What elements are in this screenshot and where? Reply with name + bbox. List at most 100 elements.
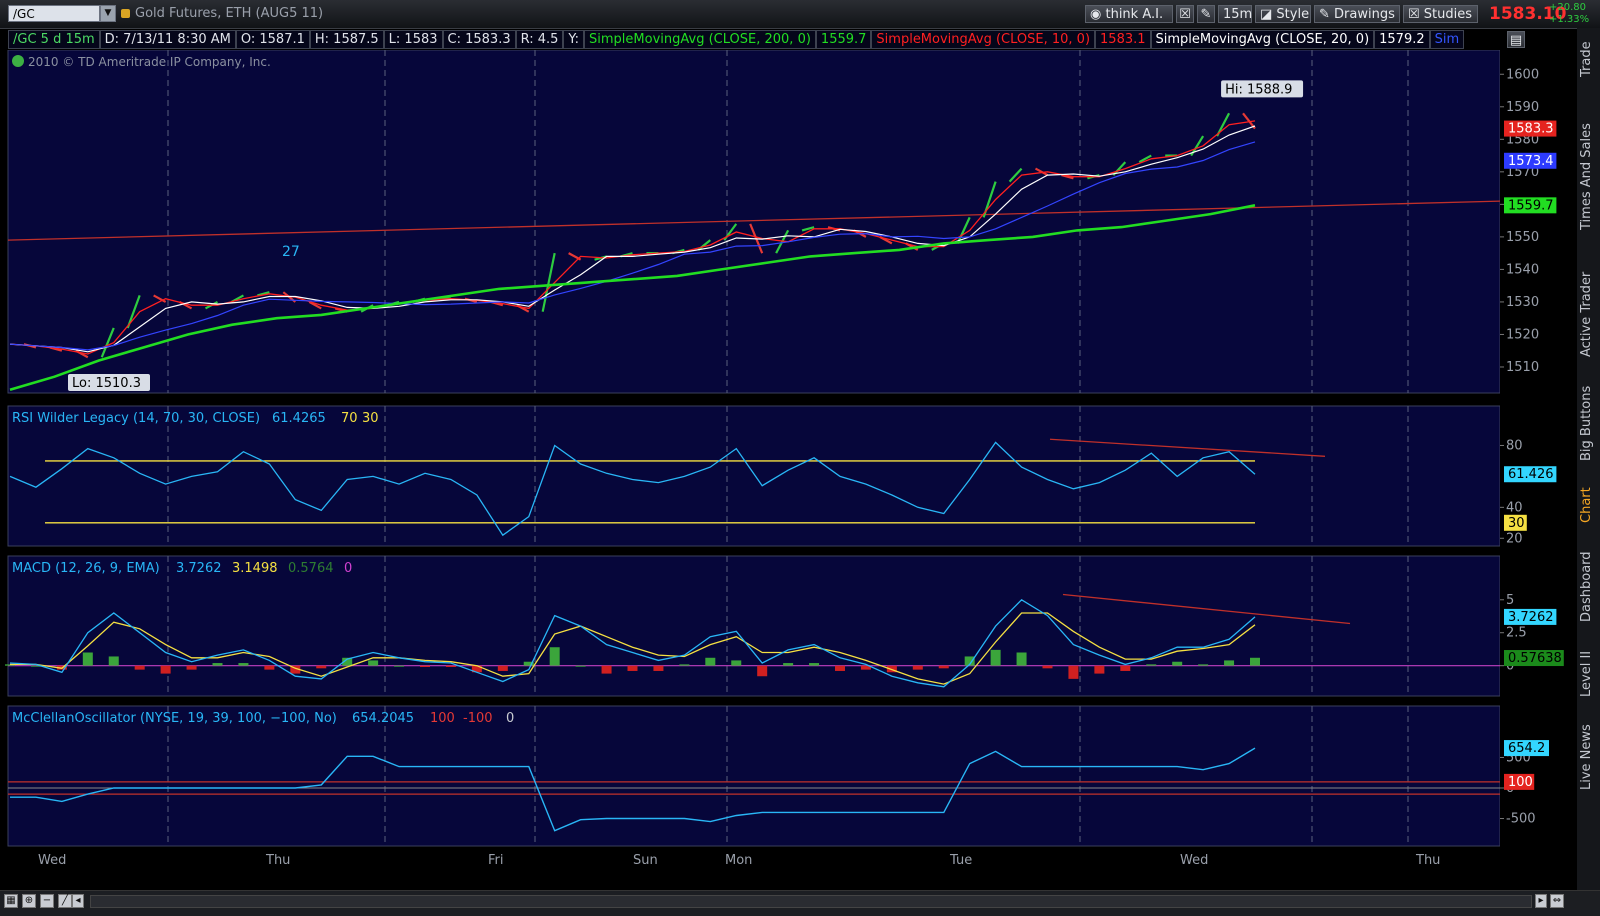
macd-histogram-bar <box>757 665 768 677</box>
sma50-price-tag: 1573.4 <box>1508 154 1554 169</box>
side-tab-live-news[interactable]: Live News <box>1579 716 1599 798</box>
macd-histogram-bar <box>1146 664 1157 666</box>
macd-histogram-bar <box>835 665 845 671</box>
side-tab-times-and-sales[interactable]: Times And Sales <box>1579 102 1599 252</box>
macd-histogram-bar <box>316 665 327 669</box>
hi-label: Hi: 1588.9 <box>1225 82 1292 97</box>
price-axis-tick-label: 1590 <box>1506 100 1539 115</box>
macd-diff-tag: 0.57638 <box>1508 651 1562 666</box>
macd-histogram-bar <box>627 665 638 671</box>
aggregation-button[interactable]: 15m <box>1218 5 1252 23</box>
studies-label: Studies <box>1423 7 1473 22</box>
sma20-study-name[interactable]: SimpleMovingAvg (CLOSE, 20, 0) <box>1150 30 1375 49</box>
side-tab-level-ii[interactable]: Level II <box>1579 640 1599 708</box>
macd-histogram-bar <box>601 665 612 674</box>
macd-histogram-bar <box>912 665 923 670</box>
bottom-bar: ▦ ⊕ − ╱ ◂ ▸ ⇔ <box>0 890 1600 916</box>
rsi-axis-tick-label: 80 <box>1506 438 1523 453</box>
change-absolute: +20.80 <box>1549 2 1587 13</box>
price-axis-tick-label: 1520 <box>1506 327 1539 342</box>
rsi-oversold-tag: 30 <box>1508 516 1525 531</box>
chart-area: 1600159015801570156015501540153015201510… <box>5 50 1577 868</box>
side-tab-active-trader[interactable]: Active Trader <box>1579 260 1599 368</box>
macd-histogram-bar <box>679 664 690 666</box>
price-axis-tick-label: 1600 <box>1506 67 1539 82</box>
macd-histogram-bar <box>82 652 93 666</box>
study-info-row: /GC 5 d 15m D: 7/13/11 8:30 AM O: 1587.1… <box>8 30 1465 49</box>
side-tab-trade[interactable]: Trade <box>1579 34 1599 84</box>
draw-icon[interactable]: ╱ <box>58 894 72 908</box>
macd-value-tag: 3.7262 <box>1508 610 1554 625</box>
macd-histogram-bar <box>705 657 716 666</box>
macd-axis-tick-label: 2.5 <box>1506 626 1527 641</box>
zoom-icon[interactable]: ⊕ <box>22 894 36 908</box>
symbol-input[interactable]: /GC <box>8 5 100 22</box>
instrument-icon <box>121 9 130 18</box>
panel-price <box>7 50 1501 394</box>
expand-icon[interactable]: ⇔ <box>1550 894 1564 908</box>
mcclellan-zero-label: 0 <box>506 711 514 726</box>
x-axis-label: Thu <box>265 853 290 868</box>
macd-axis-tick-label: 5 <box>1506 593 1514 608</box>
info-high: H: 1587.5 <box>309 30 384 49</box>
x-axis-label: Fri <box>488 853 504 868</box>
macd-histogram-bar <box>549 647 560 666</box>
minus-icon[interactable]: − <box>40 894 54 908</box>
x-axis-label: Thu <box>1415 853 1440 868</box>
info-symbol-period: /GC 5 d 15m <box>8 30 100 49</box>
info-icon[interactable] <box>12 55 24 67</box>
style-label: Style <box>1276 7 1310 22</box>
sma10-study-name[interactable]: SimpleMovingAvg (CLOSE, 10, 0) <box>871 30 1096 49</box>
macd-histogram-bar <box>160 665 171 674</box>
side-tab-chart[interactable]: Chart <box>1579 478 1599 533</box>
macd-diff-value: 0.5764 <box>288 561 334 576</box>
macd-histogram-bar <box>1224 660 1235 666</box>
scroll-right-icon[interactable]: ▸ <box>1535 894 1547 908</box>
macd-histogram-bar <box>653 665 664 671</box>
x-axis-label: Mon <box>725 853 752 868</box>
side-tabs: Trade Times And Sales Active Trader Big … <box>1577 28 1600 890</box>
sma50-study-name-truncated[interactable]: Sim <box>1429 30 1465 49</box>
sma200-value: 1559.7 <box>815 30 872 49</box>
sma200-price-tag: 1559.7 <box>1508 198 1554 213</box>
macd-histogram-bar <box>1042 665 1053 669</box>
panels-layer <box>7 50 1577 850</box>
macd-histogram-bar <box>1172 661 1183 666</box>
sma10-value: 1583.1 <box>1095 30 1151 49</box>
side-tab-big-buttons[interactable]: Big Buttons <box>1579 376 1599 470</box>
cursor-tool-icon[interactable]: ☒ <box>1176 5 1194 23</box>
globe-icon: ◉ <box>1090 7 1106 22</box>
info-open: O: 1587.1 <box>235 30 310 49</box>
time-scrollbar[interactable] <box>90 895 1532 908</box>
macd-histogram-bar <box>1198 664 1209 666</box>
grid-layout-icon[interactable]: ▦ <box>4 894 18 908</box>
sma200-study-name[interactable]: SimpleMovingAvg (CLOSE, 200, 0) <box>584 30 816 49</box>
drawings-button[interactable]: ✎ Drawings <box>1314 5 1400 23</box>
macd-histogram-bar <box>1120 665 1131 671</box>
macd-histogram-bar <box>1094 665 1105 674</box>
rsi-overbought-label: 70 <box>341 411 358 426</box>
studies-button[interactable]: ☒ Studies <box>1403 5 1478 23</box>
scroll-left-icon[interactable]: ◂ <box>72 894 84 908</box>
mcclellan-lower-label: -100 <box>463 711 493 726</box>
macd-histogram-bar <box>212 663 223 666</box>
think-ai-label: think A.I. <box>1105 7 1164 22</box>
symbol-dropdown-icon[interactable]: ▼ <box>100 5 116 22</box>
x-axis-label: Sun <box>633 853 658 868</box>
macd-avg-value: 3.1498 <box>232 561 278 576</box>
side-tab-dashboard[interactable]: Dashboard <box>1579 542 1599 632</box>
chart-settings-icon[interactable]: ▤ <box>1507 31 1525 48</box>
think-ai-button[interactable]: ◉ think A.I. <box>1085 5 1173 23</box>
macd-histogram-bar <box>990 649 1001 666</box>
style-button[interactable]: ◪ Style <box>1255 5 1311 23</box>
panel-rsi <box>7 405 1501 547</box>
macd-histogram-bar <box>368 660 379 666</box>
drawing-tool-icon[interactable]: ✎ <box>1197 5 1215 23</box>
macd-zero-label: 0 <box>344 561 352 576</box>
macd-value: 3.7262 <box>176 561 222 576</box>
mcclellan-title: McClellanOscillator (NYSE, 19, 39, 100, … <box>12 711 337 726</box>
mcclellan-value: 654.2045 <box>352 711 414 726</box>
rsi-value: 61.4265 <box>272 411 326 426</box>
macd-histogram-bar <box>1068 665 1079 679</box>
mcclellan-upper-label: 100 <box>430 711 455 726</box>
